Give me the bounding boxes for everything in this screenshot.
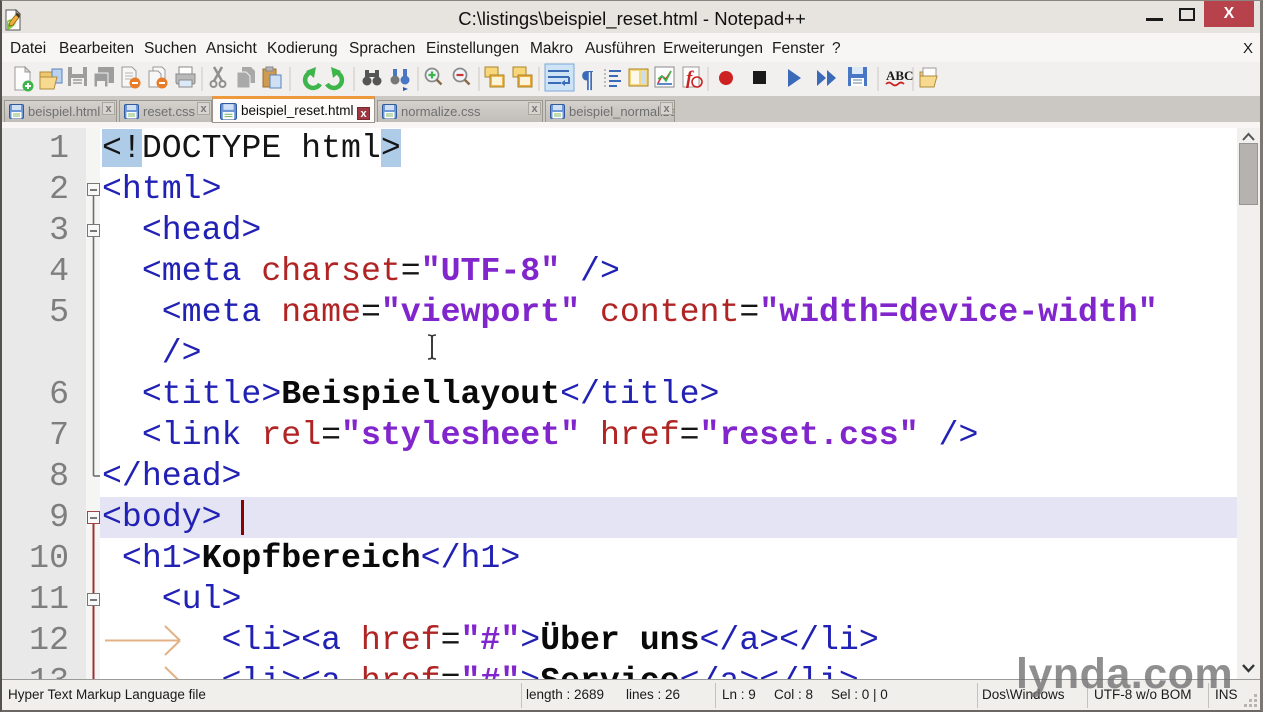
svg-text:¶: ¶	[581, 67, 594, 93]
svg-text:ABC: ABC	[886, 68, 913, 83]
